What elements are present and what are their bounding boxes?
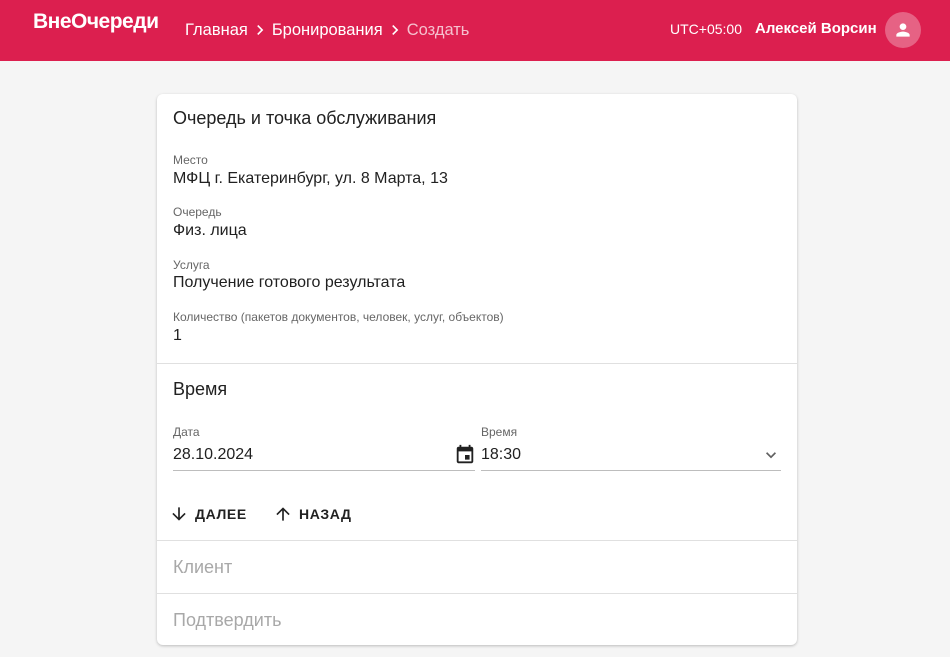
quantity-value: 1 xyxy=(173,327,182,344)
queue-label: Очередь xyxy=(173,205,222,219)
time-label: Время xyxy=(481,425,518,439)
date-label: Дата xyxy=(173,425,200,439)
place-label: Место xyxy=(173,153,208,167)
chevron-right-icon xyxy=(248,18,272,42)
back-button-label: НАЗАД xyxy=(299,506,352,522)
queue-section-title: Очередь и точка обслуживания xyxy=(173,108,437,128)
place-value: МФЦ г. Екатеринбург, ул. 8 Марта, 13 xyxy=(173,170,448,187)
time-section-title: Время xyxy=(173,379,228,399)
booking-card: Очередь и точка обслуживания Место МФЦ г… xyxy=(157,94,797,645)
time-field[interactable]: Время 18:30 xyxy=(481,425,781,471)
breadcrumb-home[interactable]: Главная xyxy=(185,21,248,40)
next-button[interactable]: ДАЛЕЕ xyxy=(169,502,247,526)
next-button-label: ДАЛЕЕ xyxy=(195,506,247,522)
service-label: Услуга xyxy=(173,258,210,272)
arrow-up-icon xyxy=(276,507,290,521)
chevron-down-icon[interactable] xyxy=(759,443,783,467)
service-value: Получение готового результата xyxy=(173,274,406,291)
divider xyxy=(157,363,797,364)
confirm-section-title: Подтвердить xyxy=(173,610,282,630)
avatar[interactable] xyxy=(885,12,921,48)
logo[interactable]: ВнеОчереди xyxy=(33,10,159,34)
breadcrumb-bookings[interactable]: Бронирования xyxy=(272,21,383,40)
breadcrumb-create: Создать xyxy=(406,20,470,39)
chevron-right-icon xyxy=(383,18,407,42)
back-button[interactable]: НАЗАД xyxy=(273,502,352,526)
user-name[interactable]: Алексей Ворсин xyxy=(755,20,877,37)
client-section-title: Клиент xyxy=(173,557,233,577)
date-field[interactable]: Дата 28.10.2024 xyxy=(173,425,475,471)
time-value: 18:30 xyxy=(481,446,522,463)
app-bar: ВнеОчереди Главная Бронирования Создать … xyxy=(0,0,950,61)
queue-value: Физ. лица xyxy=(173,222,247,239)
arrow-down-icon xyxy=(172,507,186,521)
person-icon xyxy=(896,23,910,37)
date-value: 28.10.2024 xyxy=(173,446,254,463)
quantity-label: Количество (пакетов документов, человек,… xyxy=(173,310,504,324)
timezone-label: UTC+05:00 xyxy=(670,21,742,37)
divider xyxy=(157,540,797,541)
divider xyxy=(157,593,797,594)
calendar-icon[interactable] xyxy=(453,443,477,467)
breadcrumb: Главная Бронирования Создать xyxy=(185,18,469,42)
